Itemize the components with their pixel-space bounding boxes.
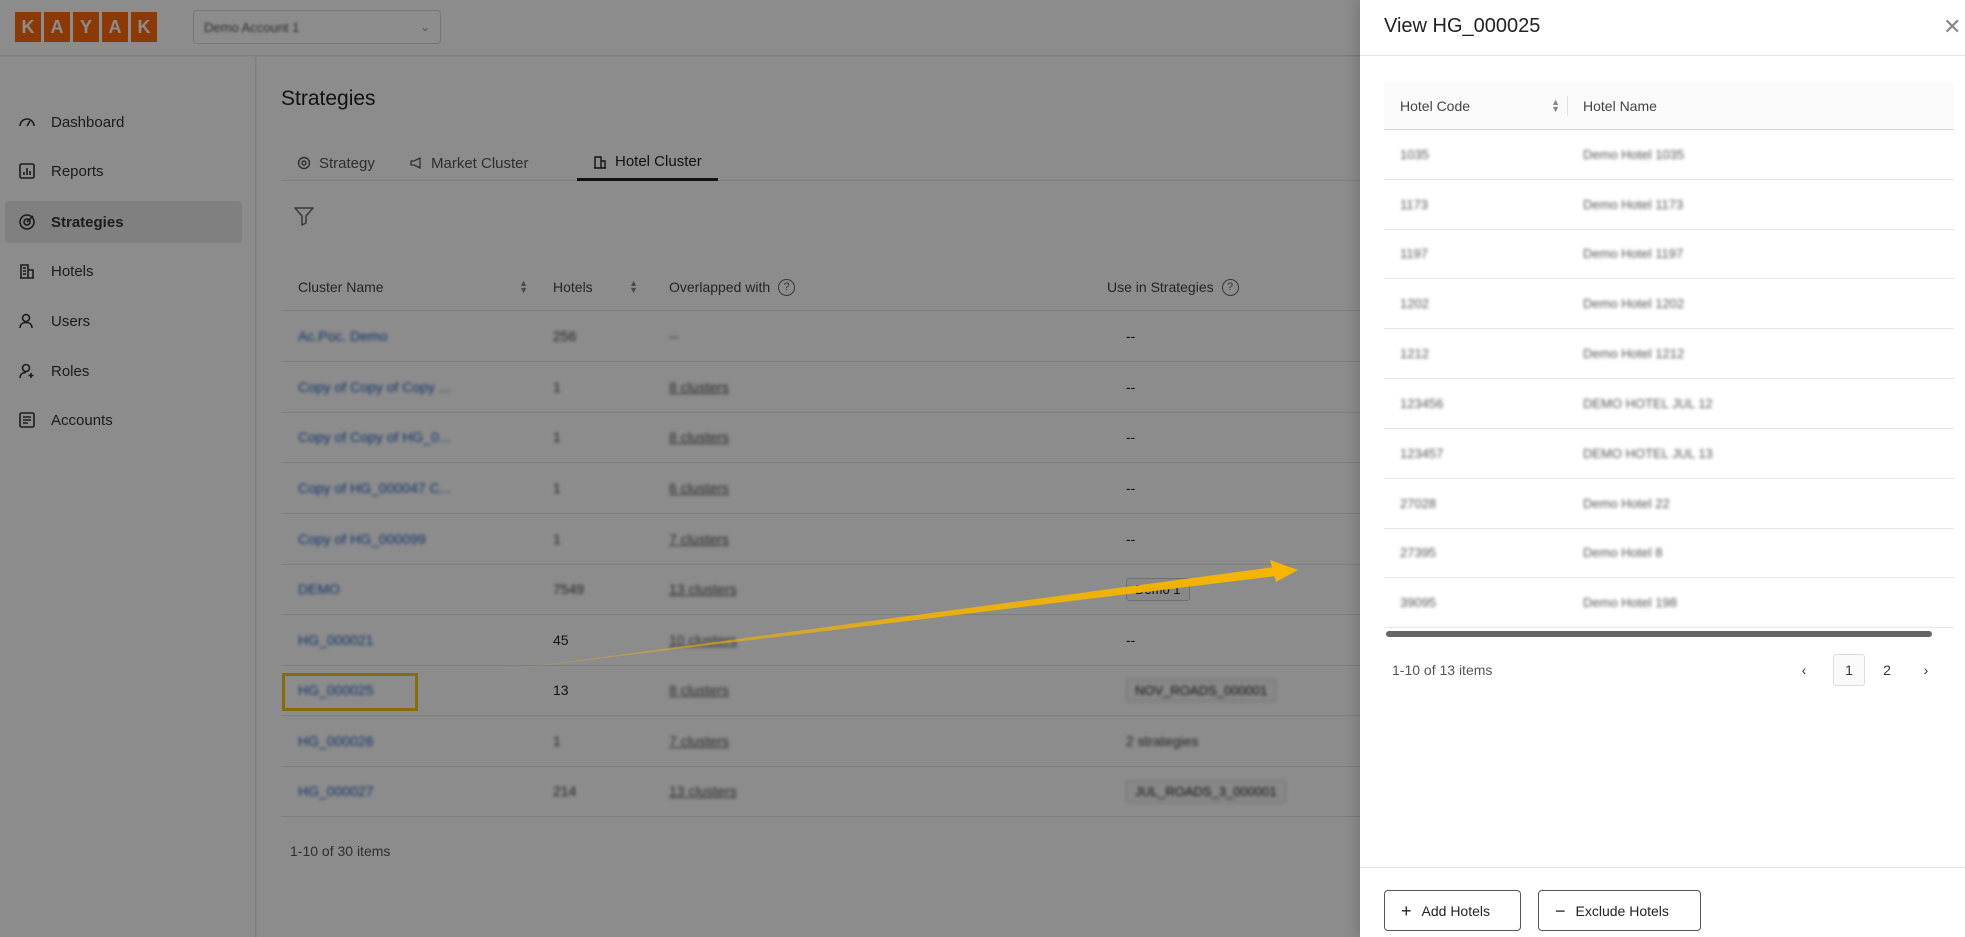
table-row: 1197 Demo Hotel 1197 <box>1384 229 1954 279</box>
button-label: Exclude Hotels <box>1575 902 1669 919</box>
minus-icon: − <box>1555 900 1566 921</box>
column-label: Hotel Code <box>1400 98 1471 114</box>
hotel-name: Demo Hotel 1173 <box>1583 197 1684 212</box>
table-row: 27395 Demo Hotel 8 <box>1384 528 1954 578</box>
drawer-header: View HG_000025 ✕ <box>1360 0 1965 56</box>
hotel-name: Demo Hotel 1212 <box>1583 346 1685 361</box>
hotel-code: 39095 <box>1400 595 1437 610</box>
hotel-code: 1035 <box>1400 147 1429 162</box>
page-2-button[interactable]: 2 <box>1875 654 1899 686</box>
column-header-hotel-name: Hotel Name <box>1583 82 1657 130</box>
table-row: 1212 Demo Hotel 1212 <box>1384 329 1954 379</box>
table-row: 1202 Demo Hotel 1202 <box>1384 279 1954 329</box>
exclude-hotels-button[interactable]: − Exclude Hotels <box>1538 890 1701 931</box>
modal-overlay[interactable] <box>0 0 1360 937</box>
table-row: 39095 Demo Hotel 198 <box>1384 578 1954 628</box>
hotel-code: 27028 <box>1400 496 1437 511</box>
table-row: 27028 Demo Hotel 22 <box>1384 479 1954 529</box>
hotel-name: DEMO HOTEL JUL 12 <box>1583 396 1713 411</box>
hotel-name: Demo Hotel 1035 <box>1583 147 1685 162</box>
table-row: 123456 DEMO HOTEL JUL 12 <box>1384 379 1954 429</box>
button-label: Add Hotels <box>1421 902 1490 919</box>
hotels-table-header: Hotel Code ▲ ▼ Hotel Name <box>1384 82 1954 130</box>
drawer-title: View HG_000025 <box>1384 15 1541 37</box>
hotel-name: Demo Hotel 1197 <box>1583 246 1684 261</box>
column-label: Hotel Name <box>1583 98 1657 114</box>
table-count: 1-10 of 13 items <box>1392 662 1493 678</box>
hotel-name: DEMO HOTEL JUL 13 <box>1583 446 1713 461</box>
hotel-code: 123457 <box>1400 446 1444 461</box>
add-hotels-button[interactable]: + Add Hotels <box>1384 890 1521 931</box>
table-row: 123457 DEMO HOTEL JUL 13 <box>1384 429 1954 479</box>
hotel-code: 1197 <box>1400 246 1428 261</box>
table-row: 1035 Demo Hotel 1035 <box>1384 130 1954 180</box>
sort-icon[interactable]: ▲ ▼ <box>1551 98 1560 114</box>
view-cluster-drawer: View HG_000025 ✕ Hotel Code ▲ ▼ Hotel Nam… <box>1360 0 1965 937</box>
hotel-code: 1212 <box>1400 346 1429 361</box>
plus-icon: + <box>1401 900 1412 921</box>
hotel-name: Demo Hotel 22 <box>1583 496 1670 511</box>
hotel-code: 123456 <box>1400 396 1444 411</box>
page-1-button[interactable]: 1 <box>1833 654 1865 686</box>
hotel-code: 1202 <box>1400 296 1429 311</box>
hotel-name: Demo Hotel 8 <box>1583 545 1663 560</box>
table-row: 1173 Demo Hotel 1173 <box>1384 180 1954 230</box>
column-header-hotel-code[interactable]: Hotel Code ▲ ▼ <box>1400 82 1560 130</box>
hotel-code: 1173 <box>1400 197 1428 212</box>
column-divider <box>1567 96 1568 116</box>
hotel-name: Demo Hotel 198 <box>1583 595 1677 610</box>
hotel-name: Demo Hotel 1202 <box>1583 296 1685 311</box>
hotel-code: 27395 <box>1400 545 1437 560</box>
prev-page-icon[interactable]: ‹ <box>1794 654 1814 686</box>
close-icon[interactable]: ✕ <box>1943 14 1961 40</box>
horizontal-scrollbar[interactable] <box>1386 631 1932 637</box>
drawer-footer: + Add Hotels − Exclude Hotels <box>1360 867 1965 937</box>
next-page-icon[interactable]: › <box>1916 654 1936 686</box>
